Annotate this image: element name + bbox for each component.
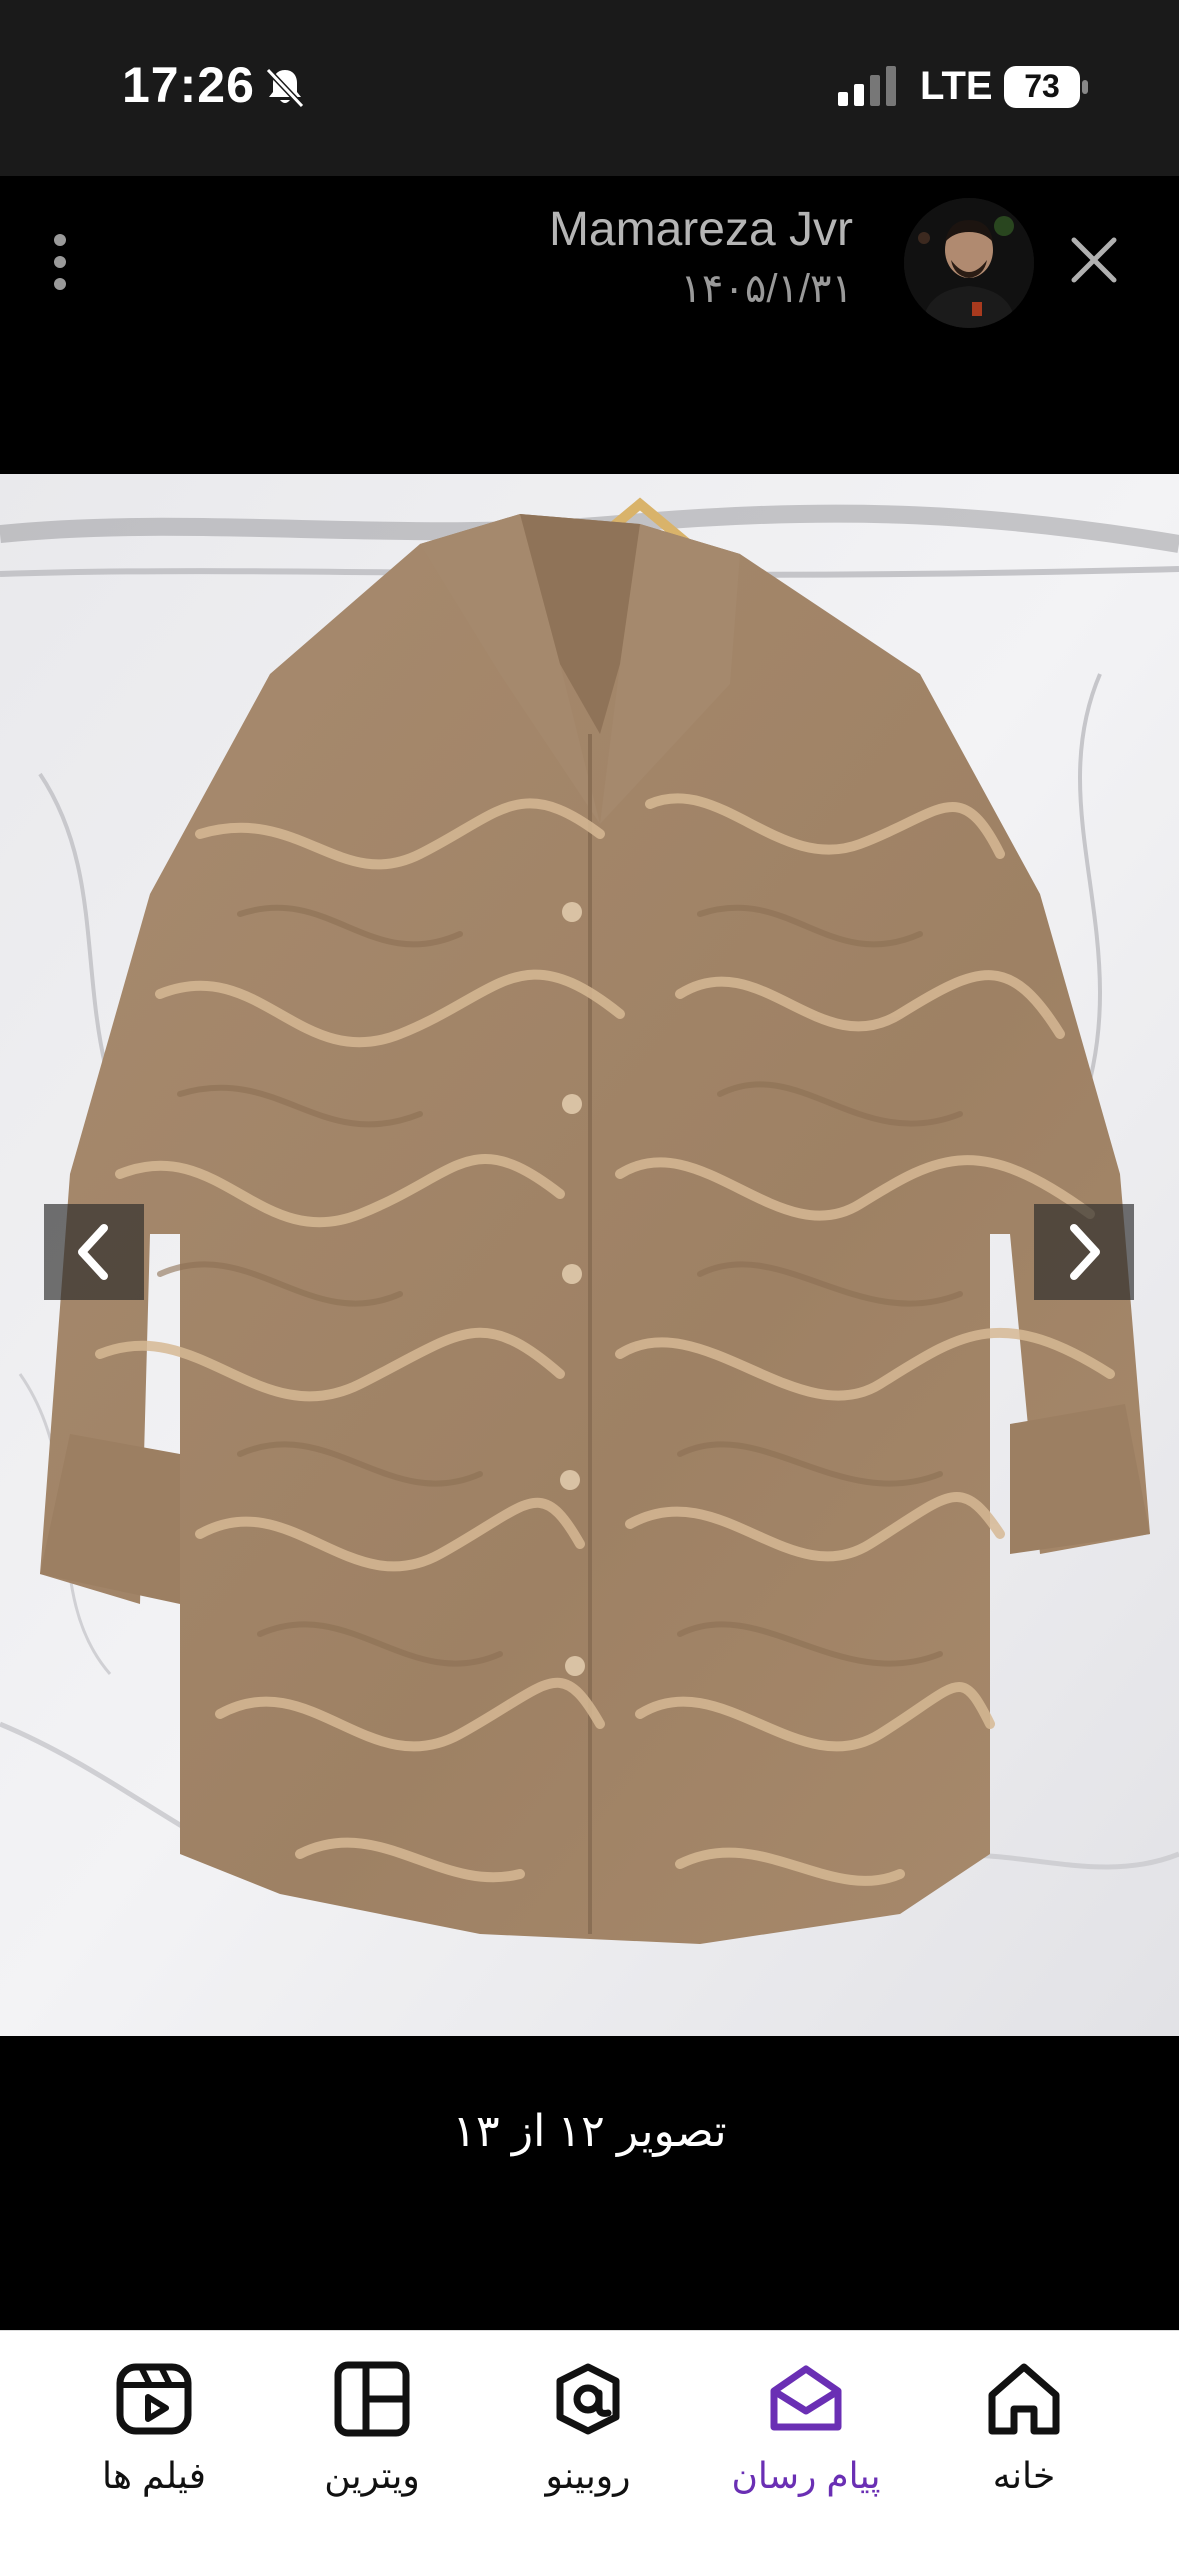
nav-label-home: خانه xyxy=(992,2455,1056,2496)
video-reel-icon xyxy=(116,2363,192,2435)
chevron-left-icon xyxy=(78,1224,108,1280)
post-date: ۱۴۰۵/۱/۳۱ xyxy=(680,267,853,311)
network-type: LTE xyxy=(920,64,993,108)
close-icon[interactable] xyxy=(1068,234,1120,286)
status-time: 17:26 xyxy=(122,57,255,113)
nav-item-home[interactable]: خانه xyxy=(924,2357,1124,2527)
nav-item-messenger[interactable]: پیام رسان xyxy=(706,2357,906,2527)
nav-label-messenger: پیام رسان xyxy=(731,2455,881,2496)
bell-off-icon xyxy=(265,67,305,109)
image-counter: تصویر ۱۲ از ۱۳ xyxy=(452,2107,727,2156)
nav-item-films[interactable]: فیلم ها xyxy=(54,2357,254,2527)
avatar[interactable] xyxy=(904,198,1034,328)
shirt-image xyxy=(0,474,1179,2036)
bottom-navigation: فیلم ها ویترین روبینو پیام رسان خانه xyxy=(0,2330,1179,2556)
nav-label-films: فیلم ها xyxy=(102,2455,206,2496)
showcase-grid-icon xyxy=(334,2361,410,2437)
status-bar: 17:26 LTE 73 xyxy=(0,0,1179,176)
nav-item-rubino[interactable]: روبینو xyxy=(488,2357,688,2527)
battery-indicator: 73 xyxy=(1004,66,1088,108)
at-sign-icon xyxy=(556,2363,620,2435)
author-name[interactable]: Mamareza Jvr xyxy=(549,202,853,257)
home-icon xyxy=(988,2363,1060,2435)
nav-label-rubino: روبینو xyxy=(545,2455,631,2496)
previous-image-button[interactable] xyxy=(44,1204,144,1300)
nav-item-showcase[interactable]: ویترین xyxy=(272,2357,472,2527)
cellular-signal-icon xyxy=(838,66,896,106)
chevron-right-icon xyxy=(1070,1224,1100,1280)
more-vertical-icon[interactable] xyxy=(48,232,72,292)
next-image-button[interactable] xyxy=(1034,1204,1134,1300)
avatar-photo xyxy=(904,198,1034,328)
battery-level: 73 xyxy=(1024,68,1060,104)
nav-label-showcase: ویترین xyxy=(324,2455,420,2496)
messenger-envelope-icon xyxy=(770,2365,842,2431)
product-photo[interactable] xyxy=(0,474,1179,2036)
